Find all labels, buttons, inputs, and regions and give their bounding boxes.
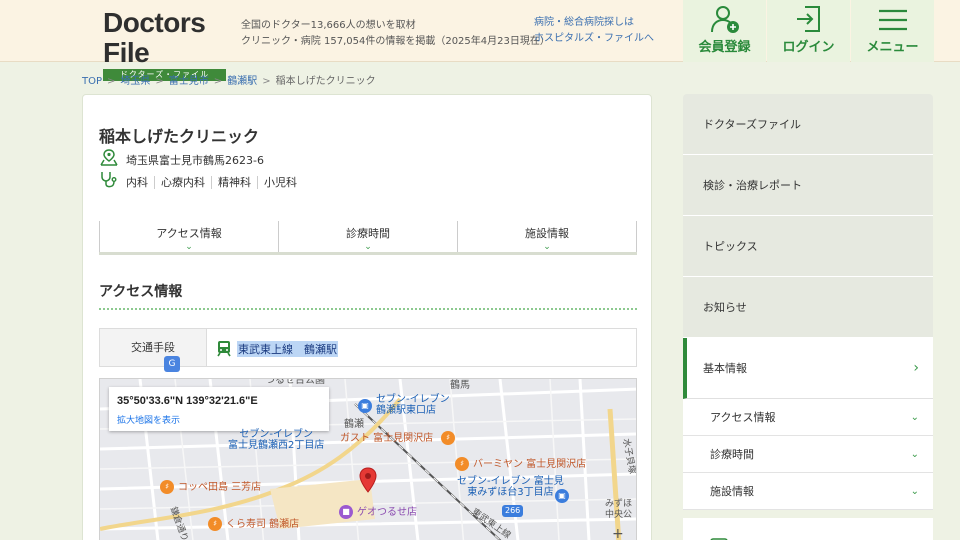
sidebar-item-topics[interactable]: トピックス bbox=[683, 216, 933, 277]
site-tagline: 全国のドクター13,666人の想いを取材 クリニック・病院 157,054件の情… bbox=[241, 18, 550, 50]
chevron-down-icon: ⌄ bbox=[185, 242, 193, 252]
chevron-down-icon: ⌄ bbox=[543, 242, 551, 252]
map-label-bamiyan: バーミヤン 富士見関沢店 bbox=[473, 459, 587, 470]
sidebar-item-news[interactable]: お知らせ bbox=[683, 277, 933, 338]
transport-value: 東武東上線 鶴瀬駅 bbox=[237, 341, 338, 357]
map-pin-icon bbox=[100, 149, 118, 166]
tagline-line-1: 全国のドクター13,666人の想いを取材 bbox=[241, 20, 416, 31]
sidebar-sub-hours[interactable]: 診療時間 ⌄ bbox=[683, 436, 933, 473]
tab-access[interactable]: アクセス情報 ⌄ bbox=[99, 221, 278, 252]
site-logo[interactable]: Doctors File ドクターズ・ファイル bbox=[103, 8, 226, 81]
store-icon[interactable]: ▣ bbox=[555, 489, 569, 503]
hospitals-link-line-2: ホスピタルズ・ファイルへ bbox=[534, 33, 654, 44]
chevron-right-icon: › bbox=[913, 360, 919, 376]
breadcrumb-link-station[interactable]: 鶴瀬駅 bbox=[227, 76, 257, 87]
menu-button[interactable]: メニュー bbox=[851, 0, 934, 62]
tagline-line-2: クリニック・病院 157,054件の情報を掲載（2025年4月23日現在） bbox=[241, 36, 550, 47]
transport-label-cell: 交通手段 G bbox=[100, 329, 207, 372]
map-label-geo: ゲオつるせ店 bbox=[357, 507, 417, 518]
clinic-address: 埼玉県富士見市鶴馬2623-6 bbox=[126, 154, 264, 167]
map-label-station: 鶴瀬 bbox=[344, 419, 364, 430]
map-zoom-in-button[interactable]: + bbox=[612, 527, 624, 540]
sidebar-sub-facility-label: 施設情報 bbox=[710, 485, 754, 498]
map-label-kura: くら寿司 鶴瀬店 bbox=[226, 519, 300, 530]
map-label-park: つるせ台公園 bbox=[265, 378, 325, 386]
hospitals-link-line-1: 病院・総合病院探しは bbox=[534, 17, 634, 28]
map-info-box: 35°50'33.6"N 139°32'21.6"E 拡大地図を表示 bbox=[109, 387, 329, 431]
chevron-down-icon: ⌄ bbox=[910, 486, 919, 497]
map-label-gusto: ガスト 富士見関沢店 bbox=[340, 433, 434, 444]
hospitals-file-link[interactable]: 病院・総合病院探しは ホスピタルズ・ファイルへ bbox=[534, 15, 654, 47]
breadcrumb-link-city[interactable]: 富士見市 bbox=[169, 76, 209, 87]
tab-hours[interactable]: 診療時間 ⌄ bbox=[278, 221, 457, 252]
clinic-detail-card: 稲本しげたクリニック 埼玉県富士見市鶴馬2623-6 内科 心療内科 精神科 小児科 … bbox=[82, 94, 652, 540]
location-marker-icon[interactable] bbox=[359, 467, 377, 493]
sidebar-sub-facility[interactable]: 施設情報 ⌄ bbox=[683, 473, 933, 510]
sidebar-sub-hours-label: 診療時間 bbox=[710, 448, 754, 461]
map-label-seven-east: セブン-イレブン 鶴瀬駅東口店 bbox=[376, 394, 450, 416]
login-label: ログイン bbox=[782, 39, 835, 54]
department-item: 内科 bbox=[126, 176, 148, 189]
breadcrumb-link-top[interactable]: TOP bbox=[82, 76, 102, 87]
restaurant-icon[interactable]: ♯ bbox=[455, 457, 469, 471]
restaurant-icon[interactable]: ♯ bbox=[208, 517, 222, 531]
menu-label: メニュー bbox=[866, 39, 919, 54]
register-button[interactable]: 会員登録 bbox=[683, 0, 766, 62]
section-tabs: アクセス情報 ⌄ 診療時間 ⌄ 施設情報 ⌄ bbox=[99, 221, 637, 255]
tab-facility[interactable]: 施設情報 ⌄ bbox=[457, 221, 637, 252]
breadcrumb-current: 稲本しげたクリニック bbox=[275, 76, 376, 87]
site-header: Doctors File ドクターズ・ファイル 全国のドクター13,666人の想… bbox=[0, 0, 960, 81]
tab-facility-label: 施設情報 bbox=[525, 227, 569, 240]
sidebar-item-reports[interactable]: 検診・治療レポート bbox=[683, 155, 933, 216]
sidebar-sub-access[interactable]: アクセス情報 ⌄ bbox=[683, 399, 933, 436]
map-label-seven-south: セブン-イレブン 富士見 東みずほ台3丁目店 bbox=[457, 476, 564, 498]
map-label-coppe: コッペ田島 三芳店 bbox=[178, 482, 262, 493]
login-icon bbox=[767, 0, 850, 36]
logo-title: Doctors File bbox=[103, 7, 206, 68]
breadcrumb: TOP > 埼玉県 > 富士見市 > 鶴瀬駅 > 稲本しげたクリニック bbox=[82, 76, 376, 87]
access-table: 交通手段 G 東武東上線 鶴瀬駅 bbox=[99, 328, 637, 372]
clinic-name: 稲本しげたクリニック bbox=[99, 127, 260, 146]
map-label-mizuho: みずほ 中央公 bbox=[605, 499, 633, 520]
route-number-badge: 266 bbox=[502, 505, 524, 517]
hamburger-icon bbox=[851, 0, 934, 36]
tab-access-label: アクセス情報 bbox=[156, 227, 222, 240]
map-enlarge-link[interactable]: 拡大地図を表示 bbox=[117, 413, 180, 426]
access-section-title: アクセス情報 bbox=[99, 284, 183, 300]
embedded-map[interactable]: 35°50'33.6"N 139°32'21.6"E 拡大地図を表示 つるせ台公… bbox=[99, 378, 637, 540]
chevron-down-icon: ⌄ bbox=[910, 449, 919, 460]
tab-hours-label: 診療時間 bbox=[346, 227, 390, 240]
user-add-icon bbox=[683, 0, 766, 36]
transport-value-cell: 東武東上線 鶴瀬駅 bbox=[207, 329, 636, 366]
restaurant-icon[interactable]: ♯ bbox=[160, 480, 174, 494]
sidebar-bottom-banner[interactable] bbox=[683, 518, 933, 540]
login-button[interactable]: ログイン bbox=[767, 0, 850, 62]
sidebar-sub-access-label: アクセス情報 bbox=[710, 411, 776, 424]
shop-icon[interactable]: ■ bbox=[339, 505, 353, 519]
stethoscope-icon bbox=[101, 172, 117, 188]
sidebar-basic-info-label: 基本情報 bbox=[703, 362, 747, 375]
hospital-icon bbox=[710, 538, 728, 540]
chevron-down-icon: ⌄ bbox=[910, 412, 919, 423]
register-label: 会員登録 bbox=[698, 39, 751, 54]
department-item: 精神科 bbox=[211, 176, 257, 189]
department-item: 心療内科 bbox=[154, 176, 211, 189]
store-icon[interactable]: ▣ bbox=[358, 399, 372, 413]
sidebar-item-basic-info[interactable]: 基本情報 › bbox=[683, 338, 933, 399]
restaurant-icon[interactable]: ♯ bbox=[441, 431, 455, 445]
section-divider bbox=[99, 308, 637, 310]
department-item: 小児科 bbox=[257, 176, 303, 189]
map-coordinates: 35°50'33.6"N 139°32'21.6"E bbox=[117, 395, 258, 407]
transport-label: 交通手段 bbox=[131, 341, 175, 354]
translate-icon[interactable]: G bbox=[164, 356, 180, 372]
sidebar-nav: ドクターズファイル 検診・治療レポート トピックス お知らせ 基本情報 › アク… bbox=[683, 94, 933, 540]
chevron-down-icon: ⌄ bbox=[364, 242, 372, 252]
train-icon bbox=[217, 341, 231, 357]
department-list: 内科 心療内科 精神科 小児科 bbox=[126, 174, 303, 190]
map-label-seven-west: セブン-イレブン 富士見鶴瀬西2丁目店 bbox=[228, 429, 325, 451]
sidebar-item-doctors-file[interactable]: ドクターズファイル bbox=[683, 94, 933, 155]
map-label-tsuruma: 鶴馬 bbox=[450, 380, 470, 391]
breadcrumb-link-prefecture[interactable]: 埼玉県 bbox=[120, 76, 150, 87]
